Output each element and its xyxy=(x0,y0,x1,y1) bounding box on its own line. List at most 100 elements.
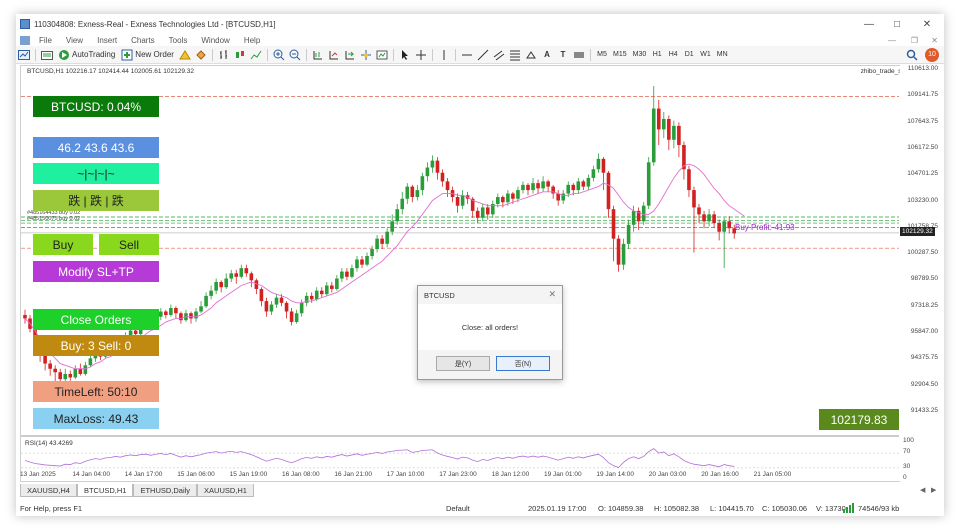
tab-xauusd-h4[interactable]: XAUUSD,H4 xyxy=(20,484,77,497)
zoom-out-icon[interactable] xyxy=(288,48,302,62)
candle-body xyxy=(586,177,591,187)
close-icon[interactable]: ✕ xyxy=(912,14,942,34)
text-label-icon[interactable]: T xyxy=(556,48,570,62)
trendline-icon[interactable] xyxy=(476,48,490,62)
menu-bar: File View Insert Charts Tools Window Hel… xyxy=(16,34,944,46)
horizontal-line-icon[interactable] xyxy=(460,48,474,62)
candle-body xyxy=(445,181,450,191)
tabs-scroll-left-icon[interactable]: ◀ xyxy=(920,486,925,494)
tabs-scroll-right-icon[interactable]: ▶ xyxy=(931,486,936,494)
tf-m30[interactable]: M30 xyxy=(631,48,649,62)
price-box: 102179.83 xyxy=(819,409,899,430)
candle-body xyxy=(601,158,606,173)
dialog-no-button[interactable]: 否(N) xyxy=(496,356,550,371)
candle-body xyxy=(662,118,666,130)
zoom-in-icon[interactable] xyxy=(272,48,286,62)
time-label: 17 Jan 10:00 xyxy=(386,471,425,478)
close-orders-button[interactable]: Close Orders xyxy=(33,309,159,330)
minimize-icon[interactable]: — xyxy=(854,14,884,34)
maximize-icon[interactable]: □ xyxy=(882,14,912,34)
templates-icon[interactable] xyxy=(375,48,389,62)
time-label: 21 Jan 05:00 xyxy=(753,471,792,478)
tab-ethusd-daily[interactable]: ETHUSD,Daily xyxy=(133,484,198,497)
arrows-icon[interactable] xyxy=(572,48,586,62)
dialog-yes-button[interactable]: 是(Y) xyxy=(436,356,490,371)
menu-help[interactable]: Help xyxy=(237,36,267,45)
vertical-line-icon[interactable] xyxy=(437,48,451,62)
new-chart-icon[interactable] xyxy=(17,48,31,62)
notifications-badge[interactable]: 10 xyxy=(925,47,939,62)
time-label: 20 Jan 16:00 xyxy=(701,471,739,478)
candle-body xyxy=(78,368,83,374)
mdi-minimize-icon[interactable]: — xyxy=(888,36,896,45)
chart-area[interactable]: BTCUSD,H1 102216.17 102414.44 102005.61 … xyxy=(20,65,924,482)
tf-h1[interactable]: H1 xyxy=(650,48,664,62)
rsi-scale-label: 30 xyxy=(903,462,911,470)
candle-body xyxy=(722,221,726,232)
mdi-close-icon[interactable]: ✕ xyxy=(931,36,938,45)
candle-body xyxy=(48,363,52,369)
menu-view[interactable]: View xyxy=(59,36,90,45)
tf-m5[interactable]: M5 xyxy=(595,48,609,62)
candle-body xyxy=(365,256,369,265)
market-watch-icon[interactable] xyxy=(178,48,192,62)
bar-chart-icon[interactable] xyxy=(217,48,231,62)
new-order-icon xyxy=(121,49,133,60)
menu-tools[interactable]: Tools xyxy=(162,36,195,45)
tf-w1[interactable]: W1 xyxy=(698,48,713,62)
crosshair-icon[interactable] xyxy=(414,48,428,62)
line-chart-icon[interactable] xyxy=(249,48,263,62)
current-price-tag: 102129.32 xyxy=(900,226,935,236)
time-label: 14 Jan 17:00 xyxy=(124,471,163,478)
tf-h4[interactable]: H4 xyxy=(666,48,680,62)
autoscroll-icon[interactable] xyxy=(343,48,357,62)
candle-body xyxy=(219,282,223,288)
price-label: 110613.00 xyxy=(907,65,938,72)
tile-windows-icon[interactable] xyxy=(311,48,325,62)
menu-charts[interactable]: Charts xyxy=(124,36,162,45)
candle-body xyxy=(516,190,520,199)
candlestick-icon[interactable] xyxy=(233,48,247,62)
candle-body xyxy=(340,271,344,279)
tf-m15[interactable]: M15 xyxy=(611,48,629,62)
strategy-tester-icon[interactable] xyxy=(194,48,208,62)
chart-shift-icon[interactable] xyxy=(327,48,341,62)
time-label: 15 Jan 19:00 xyxy=(229,471,268,478)
candle-body xyxy=(430,160,435,168)
chart-tabs: XAUUSD,H4 BTCUSD,H1 ETHUSD,Daily XAUUSD,… xyxy=(20,484,254,498)
rsi-values-panel: 46.2 43.6 43.6 xyxy=(33,137,159,158)
new-order-button[interactable]: New Order xyxy=(119,48,176,62)
price-label: 91433.25 xyxy=(910,406,938,414)
candle-body xyxy=(83,365,88,374)
tab-btcusd-h1[interactable]: BTCUSD,H1 xyxy=(76,484,134,497)
shapes-icon[interactable] xyxy=(524,48,538,62)
candle-body xyxy=(169,308,173,315)
candle-body xyxy=(712,214,716,224)
buy-button[interactable]: Buy xyxy=(33,234,93,255)
status-close: C: 105030.06 xyxy=(762,503,808,513)
cursor-icon[interactable] xyxy=(398,48,412,62)
indicators-icon[interactable] xyxy=(359,48,373,62)
menu-file[interactable]: File xyxy=(32,36,59,45)
tab-xauusd-h1[interactable]: XAUUSD,H1 xyxy=(197,484,254,497)
mdi-restore-icon[interactable]: ❐ xyxy=(911,36,918,45)
autotrading-button[interactable]: AutoTrading xyxy=(56,48,117,62)
fibonacci-icon[interactable] xyxy=(508,48,522,62)
order-labels: #485164433 buy 0.02 #485150075 buy 0.02 xyxy=(27,210,80,222)
text-icon[interactable]: A xyxy=(540,48,554,62)
candle-body xyxy=(621,243,626,265)
menu-window[interactable]: Window xyxy=(194,36,236,45)
dialog-close-icon[interactable]: ✕ xyxy=(548,289,556,300)
search-icon[interactable] xyxy=(905,48,919,62)
time-label: 18 Jan 12:00 xyxy=(491,471,530,478)
sell-button[interactable]: Sell xyxy=(99,234,159,255)
modify-sltp-button[interactable]: Modify SL+TP xyxy=(33,261,159,282)
profiles-icon[interactable] xyxy=(40,48,54,62)
time-label: 15 Jan 06:00 xyxy=(177,471,215,478)
tf-mn[interactable]: MN xyxy=(715,48,730,62)
channel-icon[interactable] xyxy=(492,48,506,62)
candle-body xyxy=(506,193,510,203)
menu-insert[interactable]: Insert xyxy=(90,36,124,45)
tf-d1[interactable]: D1 xyxy=(682,48,696,62)
candle-body xyxy=(410,186,415,198)
